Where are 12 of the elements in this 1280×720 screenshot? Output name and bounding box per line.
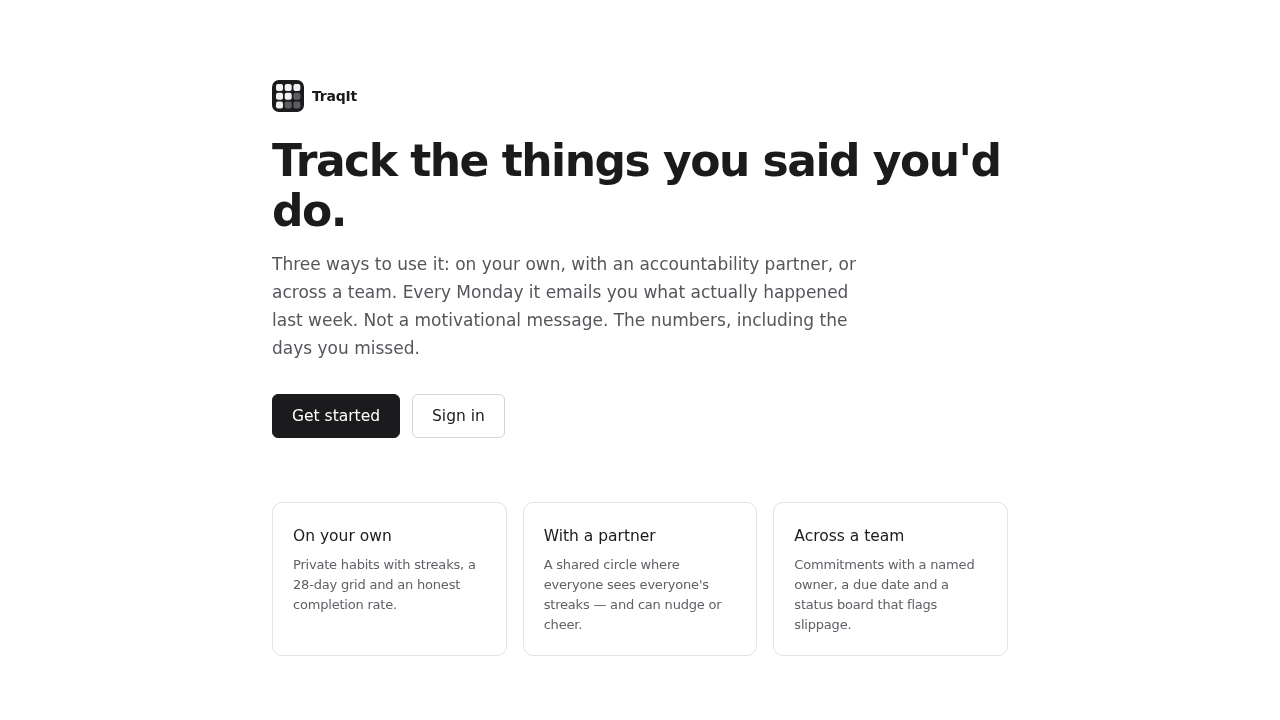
sign-in-button[interactable]: Sign in [412, 394, 505, 438]
card-description: A shared circle where everyone sees everyone's streaks — and can nudge or cheer. [543, 556, 723, 634]
grid-logo-icon [272, 80, 304, 112]
card-title: On your own [293, 526, 393, 547]
card-description: Commitments with a named owner, a due date and a status board that flags slippage. [794, 556, 976, 634]
card-description: Private habits with streaks, a 28-day grid and an honest completion rate. [293, 556, 477, 614]
get-started-button[interactable]: Get started [272, 394, 401, 438]
card-title: With a partner [543, 526, 657, 547]
card-title: Across a team [794, 526, 906, 547]
hero-title: Track the things you said you'd do. [272, 136, 1002, 236]
hero-description: Three ways to use it: on your own, with an accountability partner, or across a team. Every Monday it emails you what actually happened last week. Not a motivational message. The numbers, including the days you missed. [272, 253, 857, 360]
brand-name: TraqIt [312, 88, 358, 104]
